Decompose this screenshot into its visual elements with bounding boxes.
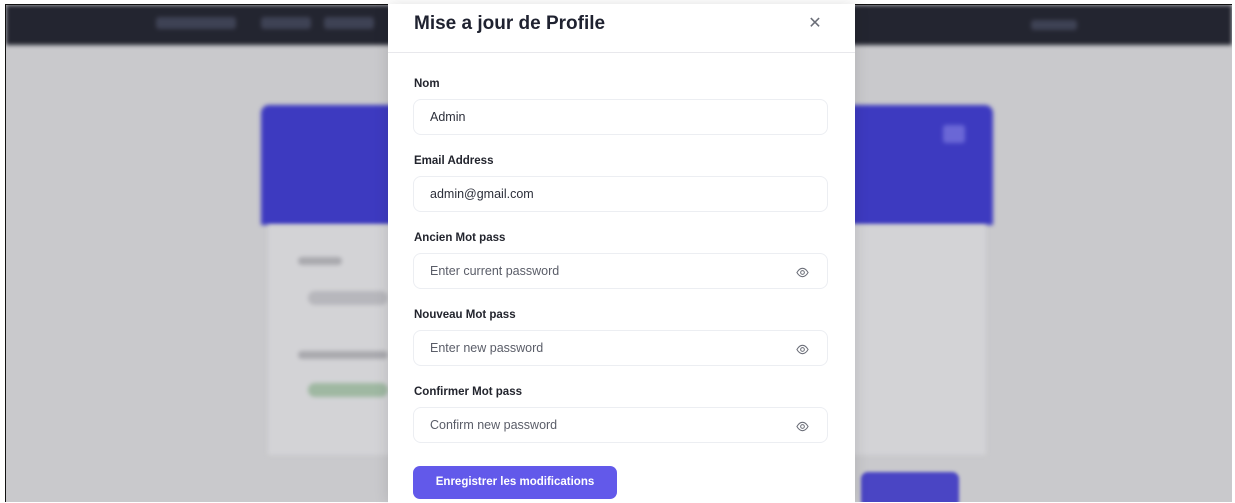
- background-text: [298, 351, 388, 359]
- background-nav-item: [324, 17, 374, 29]
- background-text: [298, 257, 342, 265]
- name-input[interactable]: [430, 100, 780, 134]
- close-icon[interactable]: ✕: [805, 14, 825, 34]
- save-changes-button[interactable]: Enregistrer les modifications: [413, 466, 617, 499]
- confirm-password-field[interactable]: [413, 407, 828, 443]
- current-password-field[interactable]: [413, 253, 828, 289]
- background-edit-icon: [943, 125, 965, 143]
- background-user-menu: [1031, 20, 1077, 30]
- modal-title: Mise a jour de Profile: [414, 13, 606, 34]
- background-button: [861, 472, 959, 502]
- confirm-password-input[interactable]: [430, 408, 780, 442]
- background-logo: [156, 17, 236, 29]
- background-text: [308, 291, 388, 305]
- email-field[interactable]: [413, 176, 828, 212]
- confirm-password-label: Confirmer Mot pass: [414, 386, 522, 398]
- new-password-input[interactable]: [430, 331, 780, 365]
- current-password-label: Ancien Mot pass: [414, 232, 506, 244]
- email-input[interactable]: [430, 177, 780, 211]
- eye-icon[interactable]: [796, 267, 809, 278]
- email-label: Email Address: [414, 155, 494, 167]
- new-password-field[interactable]: [413, 330, 828, 366]
- background-status: [308, 383, 388, 397]
- name-label: Nom: [414, 78, 440, 90]
- eye-icon[interactable]: [796, 421, 809, 432]
- update-profile-modal: Mise a jour de Profile ✕ Nom Email Addre…: [388, 4, 855, 503]
- modal-header: Mise a jour de Profile ✕: [388, 4, 855, 53]
- eye-icon[interactable]: [796, 344, 809, 355]
- current-password-input[interactable]: [430, 254, 780, 288]
- new-password-label: Nouveau Mot pass: [414, 309, 516, 321]
- name-field[interactable]: [413, 99, 828, 135]
- background-nav-item: [261, 17, 311, 29]
